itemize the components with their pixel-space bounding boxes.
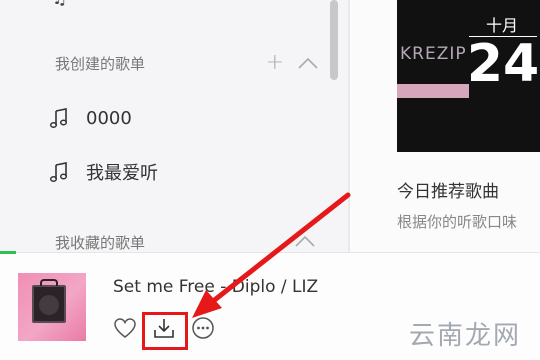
watermark-text: 云南龙网 [408, 320, 521, 351]
album-art[interactable] [18, 273, 86, 341]
playback-progress[interactable] [0, 251, 17, 254]
download-icon[interactable] [151, 315, 177, 341]
heart-icon[interactable] [112, 315, 138, 341]
playlist-item-favorites[interactable]: 我最爱听 [48, 158, 158, 186]
playlist-item-0000[interactable]: 0000 [48, 104, 132, 132]
collected-playlists-title: 我收藏的歌单 [55, 233, 146, 252]
music-note-icon: ♫ [52, 0, 67, 9]
cover-brand-text: KREZIP [400, 44, 467, 64]
recommendation-title[interactable]: 今日推荐歌曲 [397, 177, 499, 202]
sidebar-scrollbar[interactable] [330, 0, 338, 80]
created-playlists-title: 我创建的歌单 [55, 54, 146, 73]
recommendation-description: 根据你的听歌口味 [397, 213, 518, 231]
more-icon[interactable] [190, 315, 216, 341]
playlist-label: 0000 [86, 107, 132, 129]
collected-playlists-header: 我收藏的歌单 [55, 231, 315, 253]
music-note-icon [48, 161, 70, 183]
song-title[interactable]: Set me Free - Diplo / LIZ [113, 277, 318, 297]
created-playlists-header: 我创建的歌单 + [55, 52, 318, 74]
sidebar: ♫ 我创建的歌单 + 0000 [0, 0, 348, 252]
add-playlist-button[interactable]: + [266, 52, 284, 74]
playlist-label: 我最爱听 [86, 163, 158, 184]
cover-stripe [397, 84, 469, 98]
recommendation-panel: KREZIP 十月 24 今日推荐歌曲 根据你的听歌口味 [350, 0, 540, 252]
calendar-month: 十月 [485, 16, 518, 35]
song-controls [112, 315, 216, 341]
daily-recommendation-cover[interactable]: KREZIP 十月 24 [397, 0, 540, 152]
sidebar-item-partial[interactable]: ♫ [52, 0, 67, 10]
chevron-up-icon[interactable] [298, 57, 318, 69]
chevron-up-icon[interactable] [295, 233, 315, 251]
music-note-icon [48, 107, 70, 129]
calendar-day: 24 [466, 34, 540, 94]
album-art-amp-graphic [32, 285, 66, 323]
